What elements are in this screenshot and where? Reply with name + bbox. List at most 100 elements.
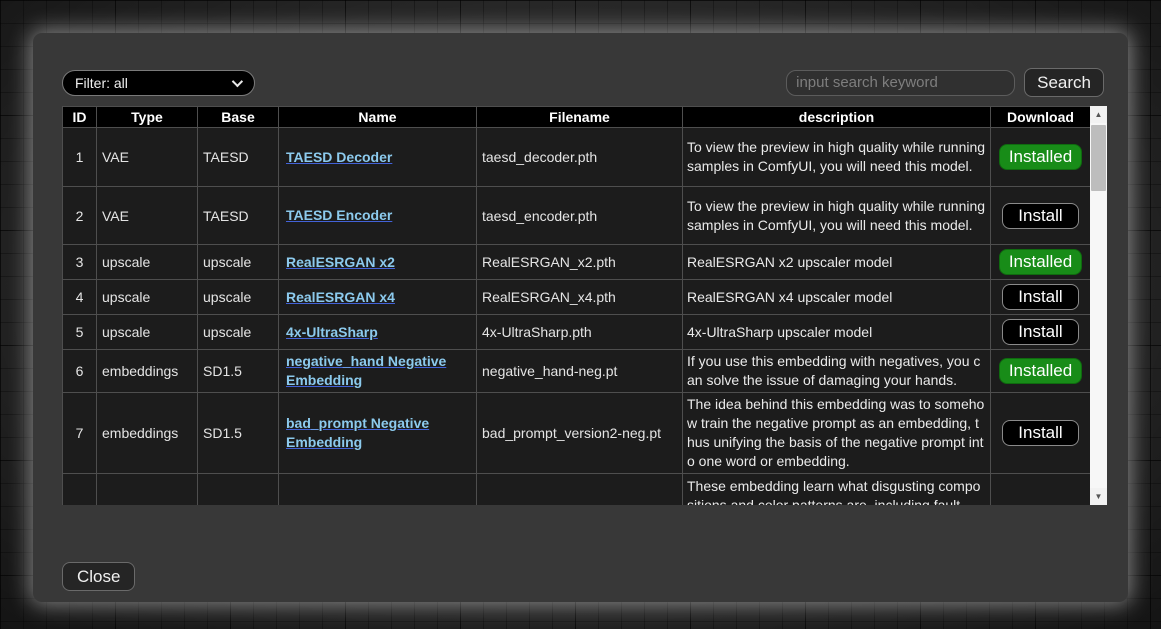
scrollbar-track[interactable]: [1090, 123, 1107, 488]
model-link[interactable]: negative_hand Negative Embedding: [286, 353, 446, 388]
header-base: Base: [198, 107, 279, 128]
model-link-label: RealESRGAN x4: [286, 289, 395, 305]
model-link-label: negative_hand Negative Embedding: [286, 353, 446, 388]
install-button[interactable]: Install: [1002, 319, 1078, 345]
model-link[interactable]: TAESD Encoder: [286, 207, 392, 223]
cell-filename: taesd_encoder.pth: [477, 187, 683, 245]
cell-name: RealESRGAN x4: [279, 280, 477, 315]
search-area: Search: [786, 68, 1104, 97]
cell-download: Installed: [991, 350, 1091, 393]
model-link[interactable]: RealESRGAN x2: [286, 254, 395, 270]
cell-name: bad_prompt Negative Embedding: [279, 393, 477, 474]
installed-button[interactable]: Installed: [999, 358, 1082, 384]
header-name: Name: [279, 107, 477, 128]
model-install-dialog: Filter: all Search ID Type Base Name: [33, 33, 1128, 602]
model-link-label: TAESD Encoder: [286, 207, 392, 223]
model-table-body: 1VAETAESDTAESD Decodertaesd_decoder.pthT…: [63, 128, 1091, 506]
filter-dropdown[interactable]: Filter: all: [62, 70, 255, 96]
cell-id: 6: [63, 350, 97, 393]
cell-description: To view the preview in high quality whil…: [683, 187, 991, 245]
cell-base: SD1.5: [198, 350, 279, 393]
scroll-down-arrow-icon[interactable]: ▼: [1090, 488, 1107, 505]
cell-download: Installed: [991, 128, 1091, 187]
cell-type: upscale: [97, 245, 198, 280]
header-download: Download: [991, 107, 1091, 128]
close-button[interactable]: Close: [62, 562, 135, 591]
cell-description: The idea behind this embedding was to so…: [683, 393, 991, 474]
model-link[interactable]: bad_prompt Negative Embedding: [286, 415, 429, 450]
table-row: 1VAETAESD TAESD Decoder taesd_decoder.pthT…: [63, 128, 1091, 187]
cell-type: upscale: [97, 315, 198, 350]
cell-type: [97, 474, 198, 506]
cell-name: RealESRGAN x2: [279, 245, 477, 280]
cell-filename: negative_hand-neg.pt: [477, 350, 683, 393]
installed-button[interactable]: Installed: [999, 249, 1082, 275]
cell-type: VAE: [97, 187, 198, 245]
cell-type: VAE: [97, 128, 198, 187]
cell-base: upscale: [198, 280, 279, 315]
installed-button[interactable]: Installed: [999, 144, 1082, 170]
header-type: Type: [97, 107, 198, 128]
cell-name: negative_hand Negative Embedding: [279, 350, 477, 393]
header-description: description: [683, 107, 991, 128]
model-table: ID Type Base Name Filename description D…: [62, 106, 1090, 505]
table-scrollbar[interactable]: ▲ ▼: [1090, 106, 1107, 505]
cell-filename: taesd_decoder.pth: [477, 128, 683, 187]
cell-name: TAESD Encoder: [279, 187, 477, 245]
cell-id: 7: [63, 393, 97, 474]
cell-base: TAESD: [198, 128, 279, 187]
model-table-viewport: ID Type Base Name Filename description D…: [62, 106, 1090, 505]
model-link[interactable]: 4x-UltraSharp: [286, 324, 378, 340]
cell-filename: [477, 474, 683, 506]
cell-id: 4: [63, 280, 97, 315]
table-row: 6embeddingsSD1.5negative_hand Negative E…: [63, 350, 1091, 393]
model-link-label: RealESRGAN x2: [286, 254, 395, 270]
cell-download: Install: [991, 315, 1091, 350]
scroll-up-arrow-icon[interactable]: ▲: [1090, 106, 1107, 123]
cell-description: These embedding learn what disgusting co…: [683, 474, 991, 506]
model-link-label: bad_prompt Negative Embedding: [286, 415, 429, 450]
cell-base: [198, 474, 279, 506]
cell-description: 4x-UltraSharp upscaler model: [683, 315, 991, 350]
cell-description: To view the preview in high quality whil…: [683, 128, 991, 187]
chevron-down-icon: [232, 75, 243, 86]
cell-type: upscale: [97, 280, 198, 315]
cell-name: [279, 474, 477, 506]
cell-download: Install: [991, 393, 1091, 474]
cell-filename: RealESRGAN_x4.pth: [477, 280, 683, 315]
model-link[interactable]: TAESD Decoder: [286, 149, 392, 165]
table-row: 7embeddingsSD1.5bad_prompt Negative Embe…: [63, 393, 1091, 474]
cell-filename: bad_prompt_version2-neg.pt: [477, 393, 683, 474]
table-header-row: ID Type Base Name Filename description D…: [63, 107, 1091, 128]
cell-id: 5: [63, 315, 97, 350]
cell-id: [63, 474, 97, 506]
table-row: 3upscaleupscaleRealESRGAN x2RealESRGAN_x…: [63, 245, 1091, 280]
install-button[interactable]: Install: [1002, 203, 1078, 229]
cell-description: RealESRGAN x4 upscaler model: [683, 280, 991, 315]
cell-id: 2: [63, 187, 97, 245]
cell-base: upscale: [198, 245, 279, 280]
cell-base: TAESD: [198, 187, 279, 245]
search-input[interactable]: [786, 70, 1015, 96]
toolbar: Filter: all Search: [33, 33, 1128, 97]
cell-name: TAESD Decoder: [279, 128, 477, 187]
cell-id: 1: [63, 128, 97, 187]
cell-download: Install: [991, 187, 1091, 245]
cell-base: upscale: [198, 315, 279, 350]
model-link[interactable]: RealESRGAN x4: [286, 289, 395, 305]
cell-name: 4x-UltraSharp: [279, 315, 477, 350]
table-row: 2VAETAESD TAESD Encoder taesd_encoder.pthT…: [63, 187, 1091, 245]
cell-download: Installed: [991, 245, 1091, 280]
install-button[interactable]: Install: [1002, 284, 1078, 310]
cell-download: Install: [991, 280, 1091, 315]
filter-dropdown-value: Filter: all: [75, 75, 128, 91]
table-row: These embedding learn what disgusting co…: [63, 474, 1091, 506]
search-button[interactable]: Search: [1024, 68, 1104, 97]
model-table-area: ID Type Base Name Filename description D…: [62, 106, 1128, 505]
install-button[interactable]: Install: [1002, 420, 1078, 446]
cell-filename: 4x-UltraSharp.pth: [477, 315, 683, 350]
model-link-label: 4x-UltraSharp: [286, 324, 378, 340]
cell-description: If you use this embedding with negatives…: [683, 350, 991, 393]
scrollbar-thumb[interactable]: [1091, 125, 1106, 191]
model-link-label: TAESD Decoder: [286, 149, 392, 165]
